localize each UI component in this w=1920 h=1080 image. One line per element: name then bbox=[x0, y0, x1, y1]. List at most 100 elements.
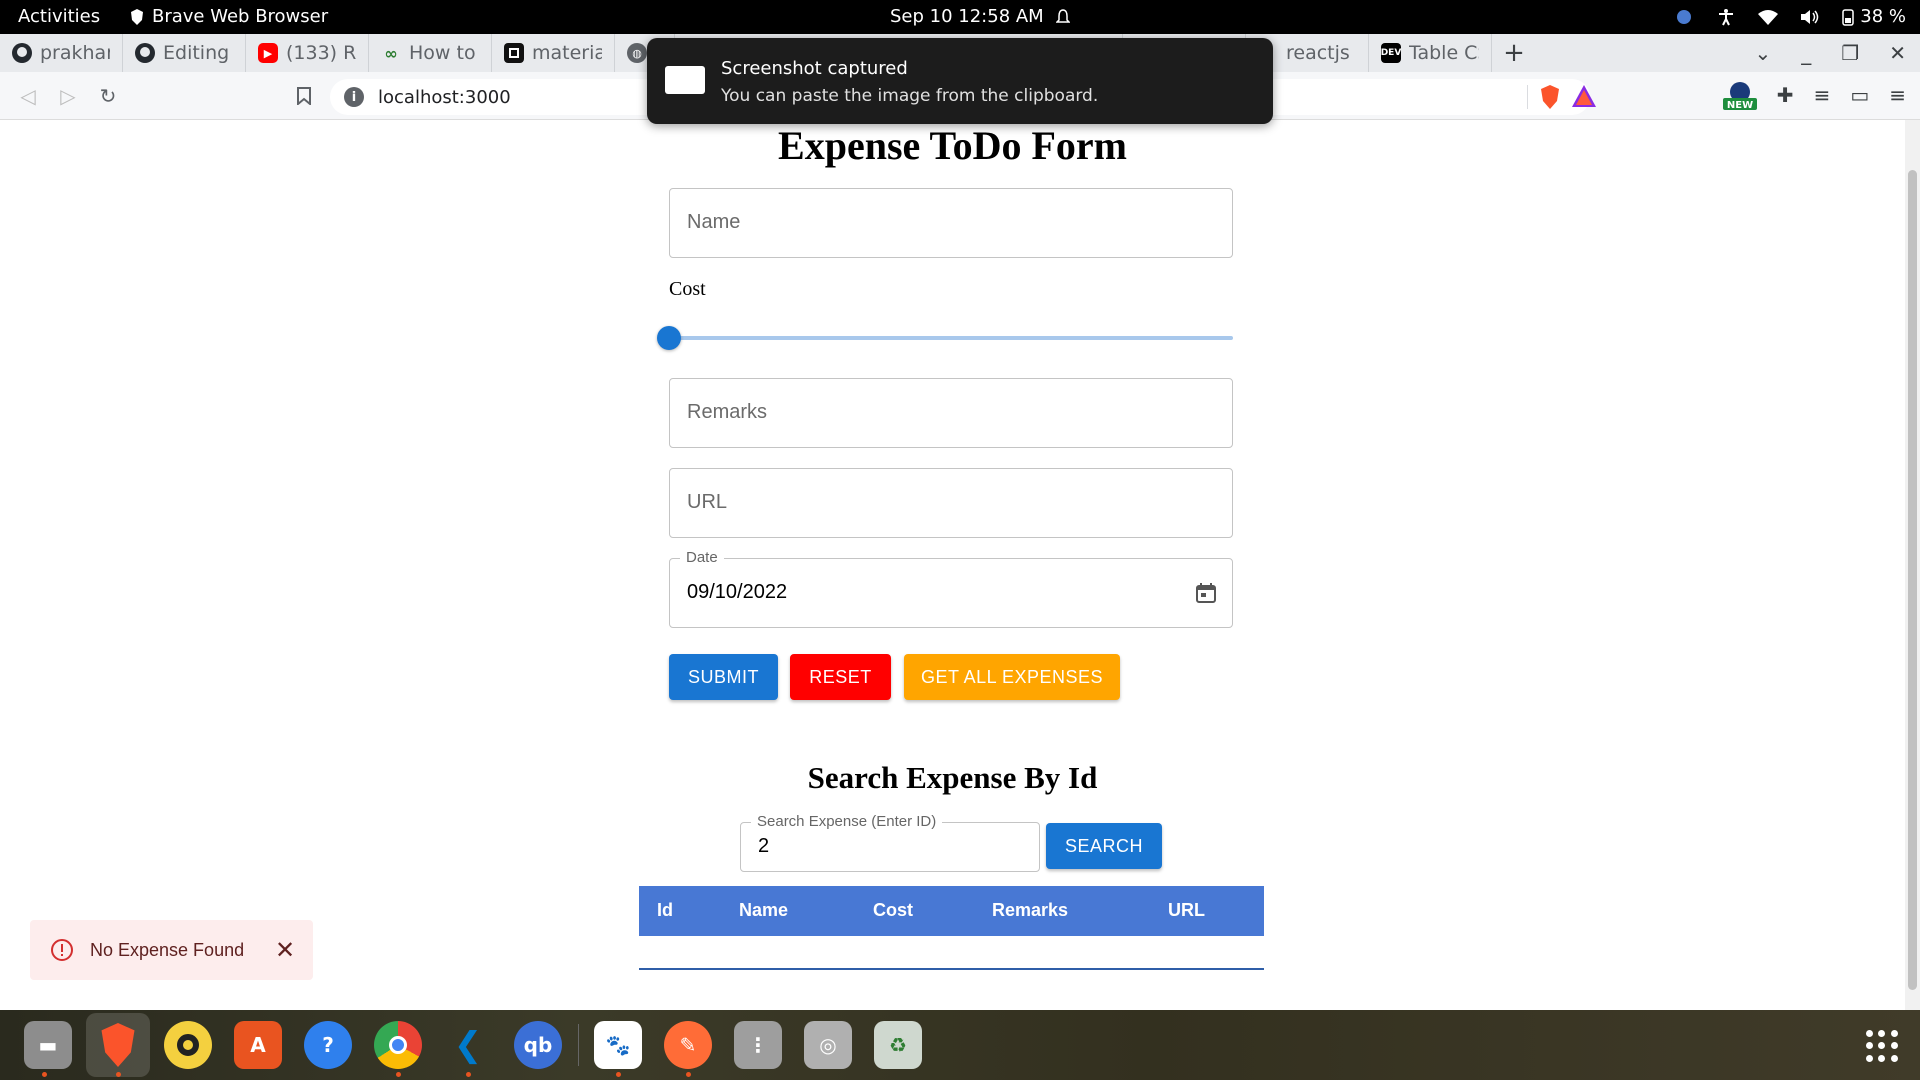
vpn-new-icon[interactable]: NEW bbox=[1722, 80, 1757, 111]
rhythmbox-app-icon[interactable] bbox=[164, 1021, 212, 1069]
url-field[interactable]: URL bbox=[669, 468, 1233, 538]
battery-label: 38 % bbox=[1860, 6, 1906, 27]
qbittorrent-app-icon[interactable]: qb bbox=[514, 1021, 562, 1069]
running-indicator bbox=[116, 1072, 121, 1077]
screenshot-notification[interactable]: Screenshot captured You can paste the im… bbox=[647, 38, 1273, 124]
page-content: Expense ToDo Form Name Cost Remarks URL … bbox=[0, 120, 1905, 1010]
browser-tab[interactable]: DEV Table CS bbox=[1369, 34, 1492, 72]
tab-title: material bbox=[532, 42, 602, 64]
postman-app-icon[interactable]: ✎ bbox=[664, 1021, 712, 1069]
bookmark-icon[interactable] bbox=[292, 84, 316, 108]
github-icon bbox=[12, 43, 32, 63]
date-field[interactable]: Date 09/10/2022 bbox=[669, 549, 1233, 628]
disks-app-icon[interactable]: ◎ bbox=[804, 1021, 852, 1069]
volume-icon[interactable] bbox=[1800, 7, 1820, 27]
dock: ▬ A ? ❮ qb 🐾 ✎ ⋮ ◎ ♻ bbox=[0, 1010, 1920, 1080]
scrollbar-thumb[interactable] bbox=[1908, 170, 1917, 990]
get-all-expenses-button[interactable]: GET ALL EXPENSES bbox=[904, 654, 1120, 700]
tab-search-icon[interactable]: ⌄ bbox=[1755, 41, 1772, 65]
globe-icon: ◍ bbox=[627, 43, 647, 63]
gimp-app-icon[interactable]: 🐾 bbox=[594, 1021, 642, 1069]
playlist-icon[interactable]: ≡ bbox=[1814, 83, 1831, 107]
alarm-icon bbox=[1055, 8, 1070, 23]
back-icon[interactable]: ◁ bbox=[16, 84, 40, 108]
table-body bbox=[639, 936, 1264, 970]
date-value: 09/10/2022 bbox=[687, 581, 788, 603]
browser-tab[interactable]: prakhar bbox=[0, 34, 123, 72]
brave-rewards-icon[interactable] bbox=[1572, 85, 1596, 112]
name-field[interactable]: Name bbox=[669, 188, 1233, 258]
battery-indicator[interactable]: 38 % bbox=[1842, 6, 1906, 27]
clock[interactable]: Sep 10 12:58 AM bbox=[890, 6, 1070, 27]
youtube-icon: ▶ bbox=[258, 43, 278, 63]
material-icon bbox=[504, 43, 524, 63]
software-app-icon[interactable]: A bbox=[234, 1021, 282, 1069]
github-icon bbox=[135, 43, 155, 63]
chrome-app-icon[interactable] bbox=[374, 1021, 422, 1069]
search-field-label: Search Expense (Enter ID) bbox=[751, 813, 943, 830]
accessibility-icon[interactable] bbox=[1716, 7, 1736, 27]
menu-icon[interactable]: ≡ bbox=[1889, 83, 1906, 107]
site-info-icon[interactable]: i bbox=[344, 87, 364, 107]
column-header-remarks: Remarks bbox=[992, 900, 1069, 920]
link-icon: ∞ bbox=[384, 43, 398, 63]
vpn-icon[interactable] bbox=[1674, 7, 1694, 27]
brave-app-icon[interactable] bbox=[86, 1013, 150, 1077]
restore-icon[interactable]: ❐ bbox=[1841, 41, 1859, 65]
cost-slider[interactable] bbox=[657, 326, 1233, 350]
app-menu[interactable]: Brave Web Browser bbox=[130, 6, 328, 27]
files-app-icon[interactable]: ▬ bbox=[24, 1021, 72, 1069]
close-icon[interactable]: ✕ bbox=[1889, 41, 1906, 65]
browser-tab[interactable]: ▶ (133) RE bbox=[246, 34, 369, 72]
column-header-id: Id bbox=[657, 900, 673, 920]
help-app-icon[interactable]: ? bbox=[304, 1021, 352, 1069]
trash-app-icon[interactable]: ♻ bbox=[874, 1021, 922, 1069]
tab-title: reactjs - bbox=[1286, 42, 1356, 64]
close-icon[interactable]: ✕ bbox=[273, 937, 297, 964]
app-name-label: Brave Web Browser bbox=[152, 6, 329, 27]
reload-icon[interactable]: ↻ bbox=[96, 84, 120, 108]
column-header-url: URL bbox=[1168, 900, 1205, 920]
snackbar-message: No Expense Found bbox=[90, 939, 245, 960]
wifi-icon[interactable] bbox=[1758, 7, 1779, 27]
show-apps-icon[interactable] bbox=[1866, 1030, 1898, 1062]
table-header: Id Name Cost Remarks URL bbox=[639, 886, 1264, 936]
name-placeholder: Name bbox=[687, 211, 741, 233]
running-indicator bbox=[42, 1072, 47, 1077]
submit-button[interactable]: SUBMIT bbox=[669, 654, 778, 700]
reset-button[interactable]: RESET bbox=[790, 654, 891, 700]
vscode-app-icon[interactable]: ❮ bbox=[444, 1021, 492, 1069]
dock-separator bbox=[578, 1024, 579, 1066]
wallet-icon[interactable]: ▭ bbox=[1850, 83, 1869, 107]
search-expense-input[interactable]: Search Expense (Enter ID) 2 bbox=[740, 813, 1040, 872]
page-scrollbar[interactable] bbox=[1905, 120, 1920, 1010]
browser-tab[interactable]: ∞ How to / bbox=[369, 34, 492, 72]
browser-tab[interactable]: material bbox=[492, 34, 615, 72]
calendar-icon[interactable] bbox=[1194, 581, 1218, 605]
url-text: localhost:3000 bbox=[378, 86, 511, 108]
running-indicator bbox=[616, 1072, 621, 1077]
running-indicator bbox=[396, 1072, 401, 1077]
svg-text:NEW: NEW bbox=[1727, 100, 1753, 110]
tab-title: prakhar bbox=[40, 42, 110, 64]
notification-title: Screenshot captured bbox=[721, 58, 908, 79]
slider-thumb[interactable] bbox=[657, 326, 681, 350]
remarks-field[interactable]: Remarks bbox=[669, 378, 1233, 448]
archive-app-icon[interactable]: ⋮ bbox=[734, 1021, 782, 1069]
expense-table: Id Name Cost Remarks URL bbox=[639, 886, 1264, 970]
search-title: Search Expense By Id bbox=[807, 760, 1098, 795]
running-indicator bbox=[686, 1072, 691, 1077]
extensions-icon[interactable]: ✚ bbox=[1777, 83, 1794, 107]
system-tray[interactable]: 38 % bbox=[1674, 6, 1906, 27]
activities-button[interactable]: Activities bbox=[18, 6, 100, 27]
search-button[interactable]: SEARCH bbox=[1046, 823, 1162, 869]
column-header-name: Name bbox=[739, 900, 789, 920]
minimize-icon[interactable]: _ bbox=[1801, 41, 1811, 65]
column-header-cost: Cost bbox=[873, 900, 913, 920]
new-tab-button[interactable]: + bbox=[1492, 34, 1536, 72]
forward-icon[interactable]: ▷ bbox=[56, 84, 80, 108]
cost-label: Cost bbox=[669, 278, 706, 300]
brave-shields-icon[interactable] bbox=[1540, 85, 1560, 114]
browser-tab[interactable]: Editing N bbox=[123, 34, 246, 72]
dev-icon: DEV bbox=[1381, 43, 1401, 63]
